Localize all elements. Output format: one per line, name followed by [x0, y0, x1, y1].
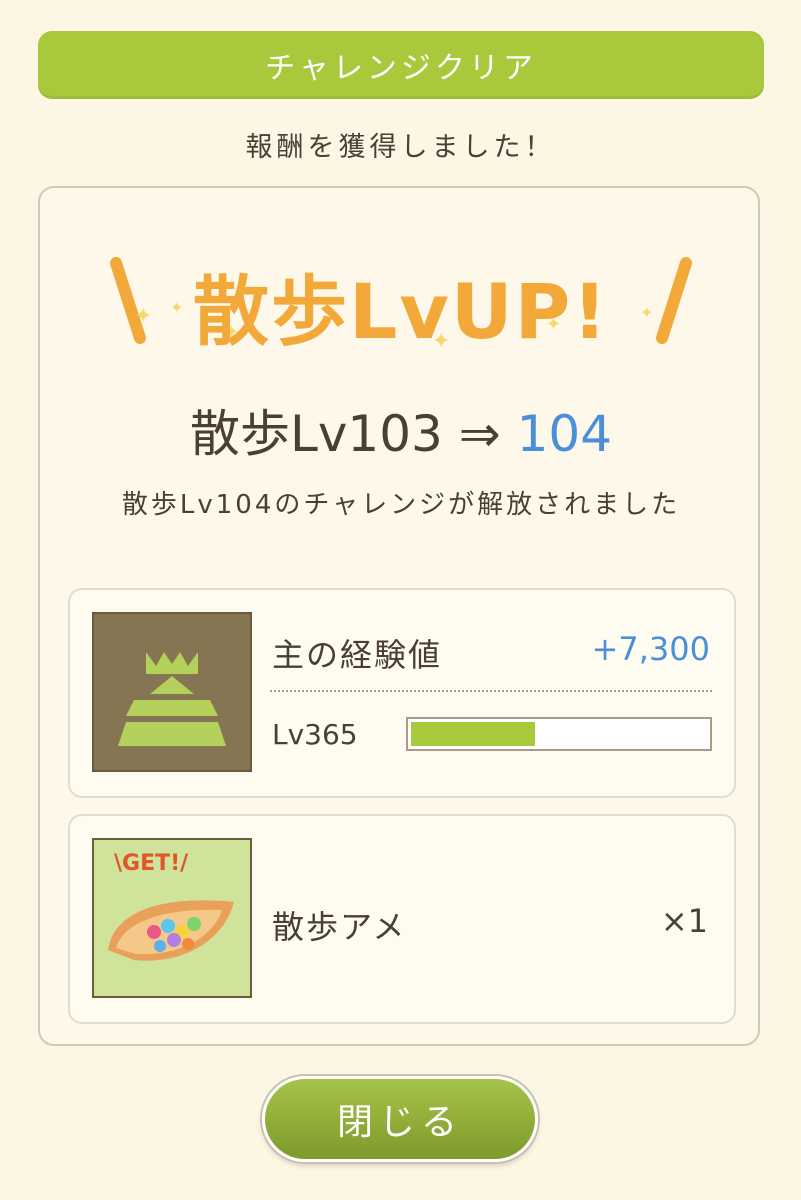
close-button[interactable]: 閉じる [262, 1076, 538, 1162]
exp-progress-bar [406, 717, 712, 751]
player-level: Lv365 [272, 718, 358, 751]
level-up-text: 散歩LvUP! [192, 267, 610, 356]
level-from: 散歩Lv103 [189, 405, 443, 463]
header-title: チャレンジクリア [265, 51, 537, 86]
unlock-message: 散歩Lv104のチャレンジが解放されました [121, 490, 681, 520]
level-change: 散歩Lv103 ⇒ 104 [40, 394, 762, 466]
divider [270, 690, 712, 692]
exp-reward-card: 主の経験値 +7,300 Lv365 [68, 588, 736, 798]
exp-label: 主の経験値 [272, 636, 443, 674]
reward-panel: ✦ ✦ ✦ ✦ ✦ ✦ 散歩LvUP! 散歩Lv103 ⇒ 104 散歩Lv10… [38, 186, 760, 1046]
reward-subtitle: 報酬を獲得しました！ [245, 132, 556, 163]
candy-dish-icon: \GET!/ [92, 838, 252, 998]
arrow-icon: ⇒ [458, 405, 501, 463]
close-button-label: 閉じる [336, 1102, 463, 1143]
level-to: 104 [516, 405, 613, 463]
item-count: ×1 [660, 902, 708, 940]
exp-value: +7,300 [591, 630, 710, 668]
item-reward-card: \GET!/ 散歩アメ ×1 [68, 814, 736, 1024]
level-up-banner: ✦ ✦ ✦ ✦ ✦ ✦ 散歩LvUP! [40, 238, 762, 358]
get-badge: \GET!/ [114, 851, 189, 876]
castle-icon [92, 612, 252, 772]
challenge-clear-header: チャレンジクリア [38, 31, 764, 99]
exp-progress-fill [411, 722, 536, 746]
item-label: 散歩アメ [272, 908, 407, 946]
